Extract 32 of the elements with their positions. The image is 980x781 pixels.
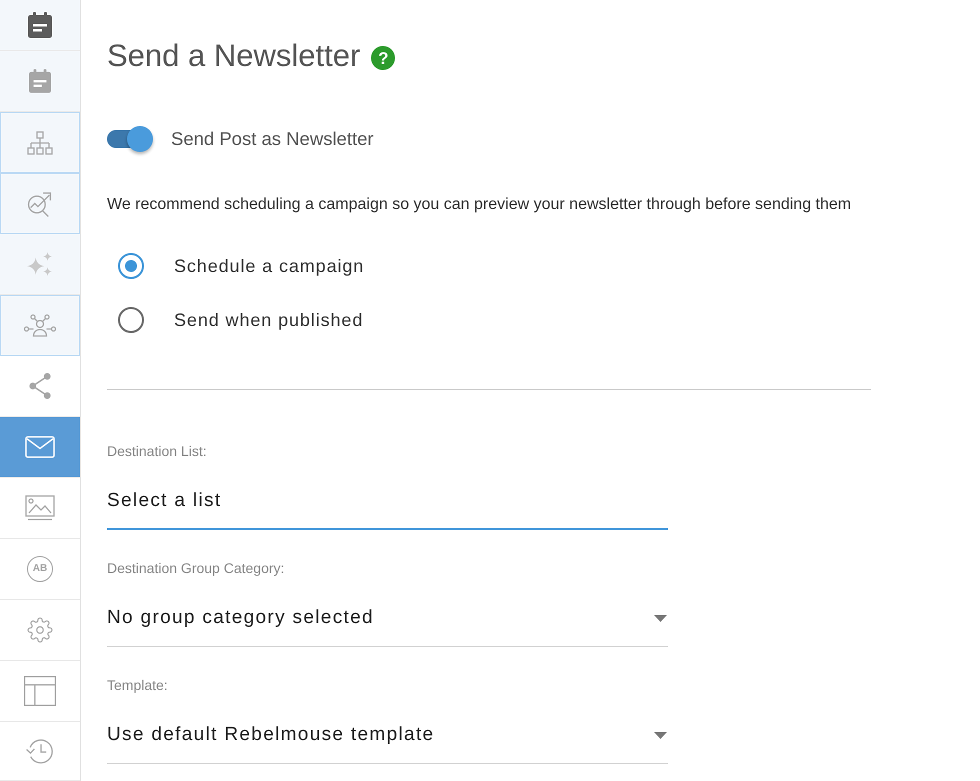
calendar-icon xyxy=(28,12,52,38)
radio-button[interactable] xyxy=(118,307,144,333)
radio-label[interactable]: Schedule a campaign xyxy=(174,252,364,280)
field-label: Destination Group Category: xyxy=(107,559,286,577)
recommendation-text: We recommend scheduling a campaign so you can preview your newsletter through before sending them xyxy=(107,195,852,215)
people-network-icon xyxy=(23,314,57,338)
caret-icon xyxy=(654,615,667,622)
sparkles-icon xyxy=(26,250,54,278)
caret-icon xyxy=(654,732,667,739)
help-icon[interactable]: ? xyxy=(371,46,396,70)
sitemap-icon xyxy=(26,130,54,154)
sidebar-item[interactable] xyxy=(0,417,80,478)
chart-magnifier-icon xyxy=(27,190,53,216)
dropdown-field[interactable]: No group category selected xyxy=(107,603,668,647)
envelope-icon xyxy=(25,435,55,459)
calendar-icon xyxy=(29,69,51,93)
history-icon xyxy=(25,737,55,765)
radio-label[interactable]: Send when published xyxy=(174,306,364,334)
sidebar-item[interactable] xyxy=(0,0,80,51)
page-title: Send a Newsletter xyxy=(107,40,360,70)
field-label: Template: xyxy=(107,676,169,694)
image-monitor-icon xyxy=(25,495,55,521)
gear-icon xyxy=(27,617,53,643)
toggle-label: Send Post as Newsletter xyxy=(171,127,374,152)
ab-test-icon: AB xyxy=(27,556,53,582)
radio-button[interactable] xyxy=(118,253,144,279)
layout-icon xyxy=(24,676,56,706)
share-icon xyxy=(28,373,52,399)
field-label: Destination List: xyxy=(107,442,208,460)
select-field[interactable]: Select a list xyxy=(107,486,668,530)
dropdown-field[interactable]: Use default Rebelmouse template xyxy=(107,720,668,764)
toggle-switch[interactable] xyxy=(107,125,153,153)
